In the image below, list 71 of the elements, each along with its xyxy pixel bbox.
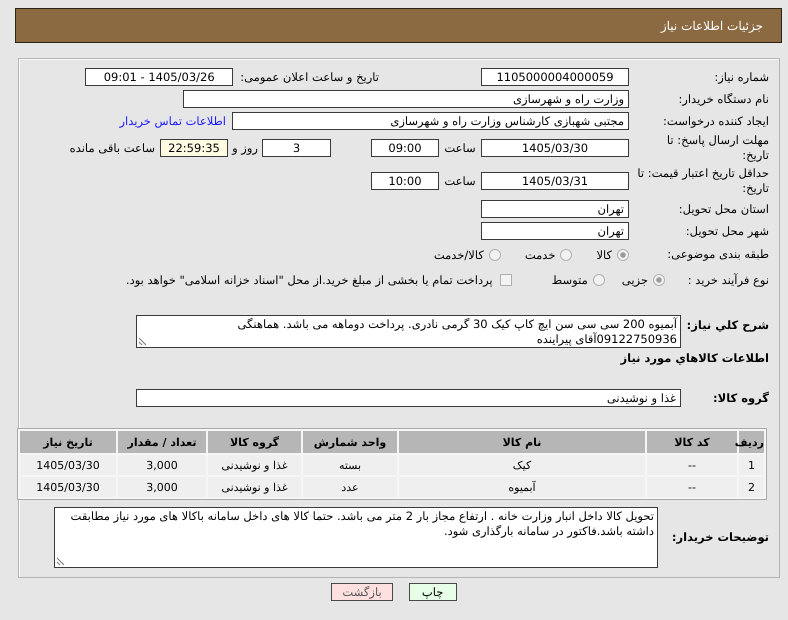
field-label: گروه کالا: (712, 390, 769, 406)
radio-label: متوسط (552, 273, 588, 287)
back-button[interactable]: بازگشت (331, 583, 393, 601)
buyer-org-field[interactable]: وزارت راه و شهرسازی (183, 90, 629, 108)
deadline-date-field[interactable]: 1405/03/30 (481, 139, 629, 157)
resize-grip-icon (138, 337, 147, 346)
print-button[interactable]: چاپ (408, 583, 457, 601)
table-cell: کیک (399, 455, 645, 475)
field-label: شماره نیاز: (713, 70, 769, 84)
table-cell: 3,000 (118, 477, 206, 497)
days-field[interactable]: 3 (262, 139, 331, 157)
need-number-field[interactable]: 1105000004000059 (481, 68, 629, 86)
requester-field[interactable]: مجتبی شهبازی کارشناس وزارت راه و شهرسازی (232, 112, 629, 130)
deadline-time-field[interactable]: 09:00 (371, 139, 439, 157)
time-label: ساعت (443, 174, 477, 188)
province-field[interactable]: تهران (481, 200, 629, 218)
field-label: نام دستگاه خریدار: (677, 92, 769, 106)
column-header: نام کالا (399, 431, 645, 453)
table-cell: بسته (303, 455, 397, 475)
field-label: طبقه بندی موضوعی: (666, 247, 769, 262)
notes-field[interactable]: تحویل کالا داخل انبار وزارت خانه . ارتفاع مجاز بار 2 متر می باشد. حتما کالا های داخل سامانه باکالا های مورد نیاز مطابقت داشته باشد.فاکتور در سامانه بارگذاری شود. (54, 507, 658, 568)
column-header: واحد شمارش (303, 431, 397, 453)
table-cell: -- (647, 477, 737, 497)
field-label: تاریخ و ساعت اعلان عمومی: (240, 70, 379, 84)
checkbox-label: پرداخت تمام یا بخشی از مبلغ خرید.از محل "اسناد خزانه اسلامی" خواهد بود. (126, 273, 493, 287)
table-cell: غذا و نوشیدنی (208, 455, 301, 475)
radio-button[interactable] (617, 248, 629, 260)
validity-date-field[interactable]: 1405/03/31 (481, 172, 629, 190)
table-cell: آبمیوه (399, 477, 645, 497)
table-cell: غذا و نوشیدنی (208, 477, 301, 497)
time-label: ساعت (443, 141, 477, 155)
table-cell: -- (647, 455, 737, 475)
radio-label: کالا (596, 248, 612, 262)
remaining-label: ساعت باقی مانده (70, 141, 155, 155)
remaining-time-field[interactable]: 22:59:35 (160, 139, 228, 157)
field-label: شرح کلي نیاز: (686, 317, 769, 333)
radio-button[interactable] (488, 248, 501, 260)
radio-button[interactable] (592, 274, 605, 286)
resize-grip-icon (56, 557, 65, 566)
field-label: حداقل تاریخ اعتبار قیمت: تا تاریخ: (636, 166, 769, 196)
field-label: نوع فرآیند خرید : (686, 272, 769, 288)
days-label: روز و (230, 141, 259, 155)
radio-label: جزیی (622, 273, 648, 287)
table-cell: 3,000 (118, 455, 206, 475)
radio-button[interactable] (560, 248, 572, 260)
table-cell: 1 (739, 455, 764, 475)
announce-datetime-field[interactable]: 1405/03/26 - 09:01 (85, 68, 234, 86)
field-label: شهر محل تحویل: (684, 224, 769, 238)
table-cell: عدد (303, 477, 397, 497)
column-header: تعداد / مقدار (118, 431, 206, 453)
radio-label: کالا/خدمت (434, 248, 484, 262)
checkbox[interactable] (500, 274, 512, 286)
column-header: کد کالا (647, 431, 737, 453)
contact-link[interactable]: اطلاعات تماس خریدار (119, 114, 226, 128)
radio-label: خدمت (524, 248, 556, 262)
page-title: جزئیات اطلاعات نیاز (660, 18, 763, 32)
city-field[interactable]: تهران (481, 222, 629, 240)
table-cell: 1405/03/30 (20, 455, 116, 475)
field-label: استان محل تحویل: (678, 202, 769, 216)
radio-button[interactable] (653, 274, 665, 286)
table-cell: 2 (739, 477, 764, 497)
column-header: گروه کالا (208, 431, 301, 453)
validity-time-field[interactable]: 10:00 (371, 172, 439, 190)
goods-group-field[interactable]: غذا و نوشیدنی (136, 389, 681, 407)
field-label: توضیحات خریدار: (670, 530, 769, 545)
field-label: مهلت ارسال پاسخ: تا تاریخ: (666, 133, 769, 163)
field-label: ایجاد کننده درخواست: (662, 114, 769, 128)
column-header: تاریخ نیاز (20, 431, 116, 453)
table-cell: 1405/03/30 (20, 477, 116, 497)
description-field[interactable]: آبمیوه 200 سی سی سن ایچ کاپ کیک 30 گرمی نادری. پرداخت دوماهه می باشد. هماهنگی 09122750936آقای پیراینده (136, 315, 681, 348)
section-heading: اطلاعات کالاهاي مورد نياز (619, 351, 769, 365)
